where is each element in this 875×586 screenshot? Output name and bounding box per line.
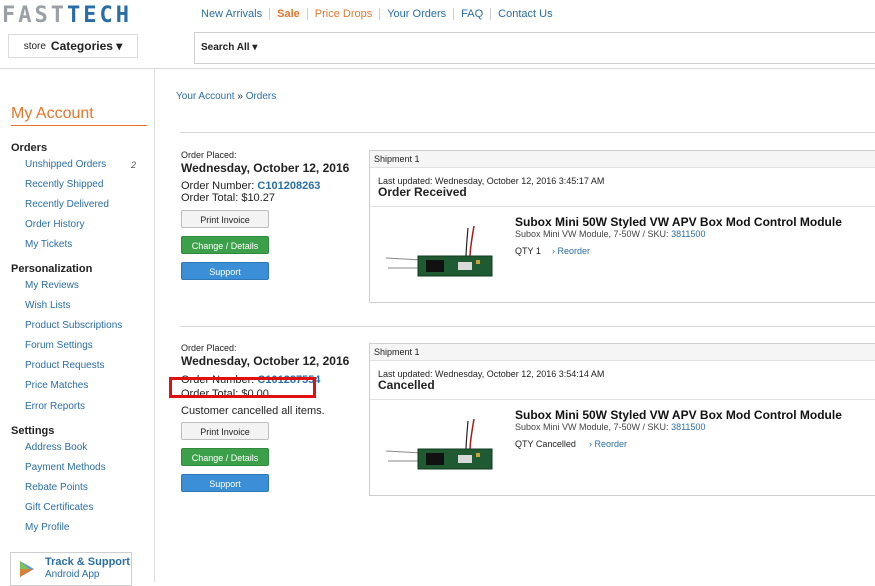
account-sidebar: My Account Orders Unshipped Orders 2 Rec… <box>0 69 155 586</box>
sidebar-section-orders: Orders <box>11 142 48 154</box>
nav-your-orders[interactable]: Your Orders <box>380 8 455 20</box>
search-bar[interactable]: Search All ▾ <box>194 32 875 64</box>
sidebar-item-order-history[interactable]: Order History <box>25 219 84 230</box>
sidebar-item-my-tickets[interactable]: My Tickets <box>25 239 72 250</box>
shipment-separator <box>370 206 875 207</box>
categories-dropdown[interactable]: store Categories ▾ <box>8 34 138 58</box>
nav-faq[interactable]: FAQ <box>454 8 492 20</box>
logo-part-1: FAST <box>2 3 67 28</box>
shipment-header: Shipment 1 <box>370 151 875 168</box>
order-date: Wednesday, October 12, 2016 <box>181 161 350 175</box>
sidebar-item-recently-delivered[interactable]: Recently Delivered <box>25 199 109 210</box>
sidebar-item-price-matches[interactable]: Price Matches <box>25 380 88 391</box>
sidebar-item-wish-lists[interactable]: Wish Lists <box>25 300 71 311</box>
nav-contact-us[interactable]: Contact Us <box>491 8 559 20</box>
order-divider <box>180 132 875 133</box>
order-divider <box>180 326 875 327</box>
order-total-highlight-box <box>169 377 316 398</box>
unshipped-count: 2 <box>131 160 137 170</box>
sidebar-item-recently-shipped[interactable]: Recently Shipped <box>25 179 103 190</box>
product-subtitle: Subox Mini VW Module, 7-50W / SKU: 38115… <box>515 229 705 239</box>
top-nav: New Arrivals Sale Price Drops Your Order… <box>194 8 560 20</box>
logo-part-2: TECH <box>66 3 132 28</box>
sidebar-item-forum-settings[interactable]: Forum Settings <box>25 340 93 351</box>
sidebar-section-personalization: Personalization <box>11 263 93 275</box>
nav-new-arrivals[interactable]: New Arrivals <box>194 8 271 20</box>
shipment-status: Order Received <box>378 185 467 199</box>
breadcrumb-separator: » <box>237 91 243 102</box>
search-scope-dropdown[interactable]: Search All ▾ <box>201 42 257 53</box>
change-details-button[interactable]: Change / Details <box>181 236 269 254</box>
shipment-card-1: Shipment 1 Last updated: Wednesday, Octo… <box>369 150 875 303</box>
app-banner-title: Track & Support <box>45 556 130 568</box>
categories-label: Categories ▾ <box>50 39 123 53</box>
sidebar-item-product-subscriptions[interactable]: Product Subscriptions <box>25 320 122 331</box>
order-total: Order Total: $10.27 <box>181 192 275 204</box>
print-invoice-button[interactable]: Print Invoice <box>181 210 269 228</box>
product-image[interactable] <box>382 224 497 284</box>
product-subtitle: Subox Mini VW Module, 7-50W / SKU: 38115… <box>515 422 705 432</box>
sidebar-item-product-requests[interactable]: Product Requests <box>25 360 105 371</box>
sidebar-section-settings: Settings <box>11 425 55 437</box>
sidebar-item-my-reviews[interactable]: My Reviews <box>25 280 79 291</box>
shipment-status: Cancelled <box>378 378 435 392</box>
shipment-header: Shipment 1 <box>370 344 875 361</box>
reorder-link[interactable]: › Reorder <box>552 246 590 256</box>
site-header: FASTTECH New Arrivals Sale Price Drops Y… <box>0 0 875 69</box>
quantity: QTY 1 <box>515 246 541 256</box>
quantity: QTY Cancelled <box>515 439 576 449</box>
sidebar-item-error-reports[interactable]: Error Reports <box>25 401 85 412</box>
order-summary-1: Order Placed: Wednesday, October 12, 201… <box>181 150 361 204</box>
store-prefix: store <box>23 40 46 52</box>
breadcrumb-orders[interactable]: Orders <box>246 91 277 102</box>
print-invoice-button[interactable]: Print Invoice <box>181 422 269 440</box>
product-title-link[interactable]: Subox Mini 50W Styled VW APV Box Mod Con… <box>515 215 842 229</box>
support-button[interactable]: Support <box>181 262 269 280</box>
sidebar-item-gift-certificates[interactable]: Gift Certificates <box>25 502 93 513</box>
product-variant: Subox Mini VW Module, 7-50W / SKU: <box>515 422 669 432</box>
sidebar-item-address-book[interactable]: Address Book <box>25 442 87 453</box>
sidebar-item-rebate-points[interactable]: Rebate Points <box>25 482 88 493</box>
breadcrumb: Your Account » Orders <box>176 91 276 102</box>
product-variant: Subox Mini VW Module, 7-50W / SKU: <box>515 229 669 239</box>
nav-sale[interactable]: Sale <box>270 8 308 20</box>
product-image[interactable] <box>382 417 497 477</box>
shipment-card-2: Shipment 1 Last updated: Wednesday, Octo… <box>369 343 875 496</box>
product-title-link[interactable]: Subox Mini 50W Styled VW APV Box Mod Con… <box>515 408 842 422</box>
shipment-separator <box>370 399 875 400</box>
android-app-banner[interactable]: Track & Support Android App <box>10 552 132 586</box>
product-sku-link[interactable]: 3811500 <box>671 229 705 239</box>
order-placed-label: Order Placed: <box>181 150 237 160</box>
sidebar-item-payment-methods[interactable]: Payment Methods <box>25 462 106 473</box>
support-button[interactable]: Support <box>181 474 269 492</box>
change-details-button[interactable]: Change / Details <box>181 448 269 466</box>
app-banner-subtitle: Android App <box>45 569 100 580</box>
site-logo[interactable]: FASTTECH <box>2 4 132 28</box>
nav-price-drops[interactable]: Price Drops <box>308 8 381 20</box>
order-date: Wednesday, October 12, 2016 <box>181 354 350 368</box>
breadcrumb-your-account[interactable]: Your Account <box>176 91 235 102</box>
order-number-row: Order Number: C101208263 <box>181 180 361 192</box>
order-placed-label: Order Placed: <box>181 343 237 353</box>
reorder-link[interactable]: › Reorder <box>589 439 627 449</box>
order-number-link[interactable]: C101208263 <box>257 180 320 192</box>
product-sku-link[interactable]: 3811500 <box>671 422 705 432</box>
cancellation-note: Customer cancelled all items. <box>181 405 325 417</box>
play-store-icon <box>20 561 34 577</box>
sidebar-item-unshipped-orders[interactable]: Unshipped Orders <box>25 159 106 170</box>
sidebar-title: My Account <box>11 105 147 126</box>
order-number-label: Order Number: <box>181 180 255 192</box>
sidebar-item-my-profile[interactable]: My Profile <box>25 522 69 533</box>
